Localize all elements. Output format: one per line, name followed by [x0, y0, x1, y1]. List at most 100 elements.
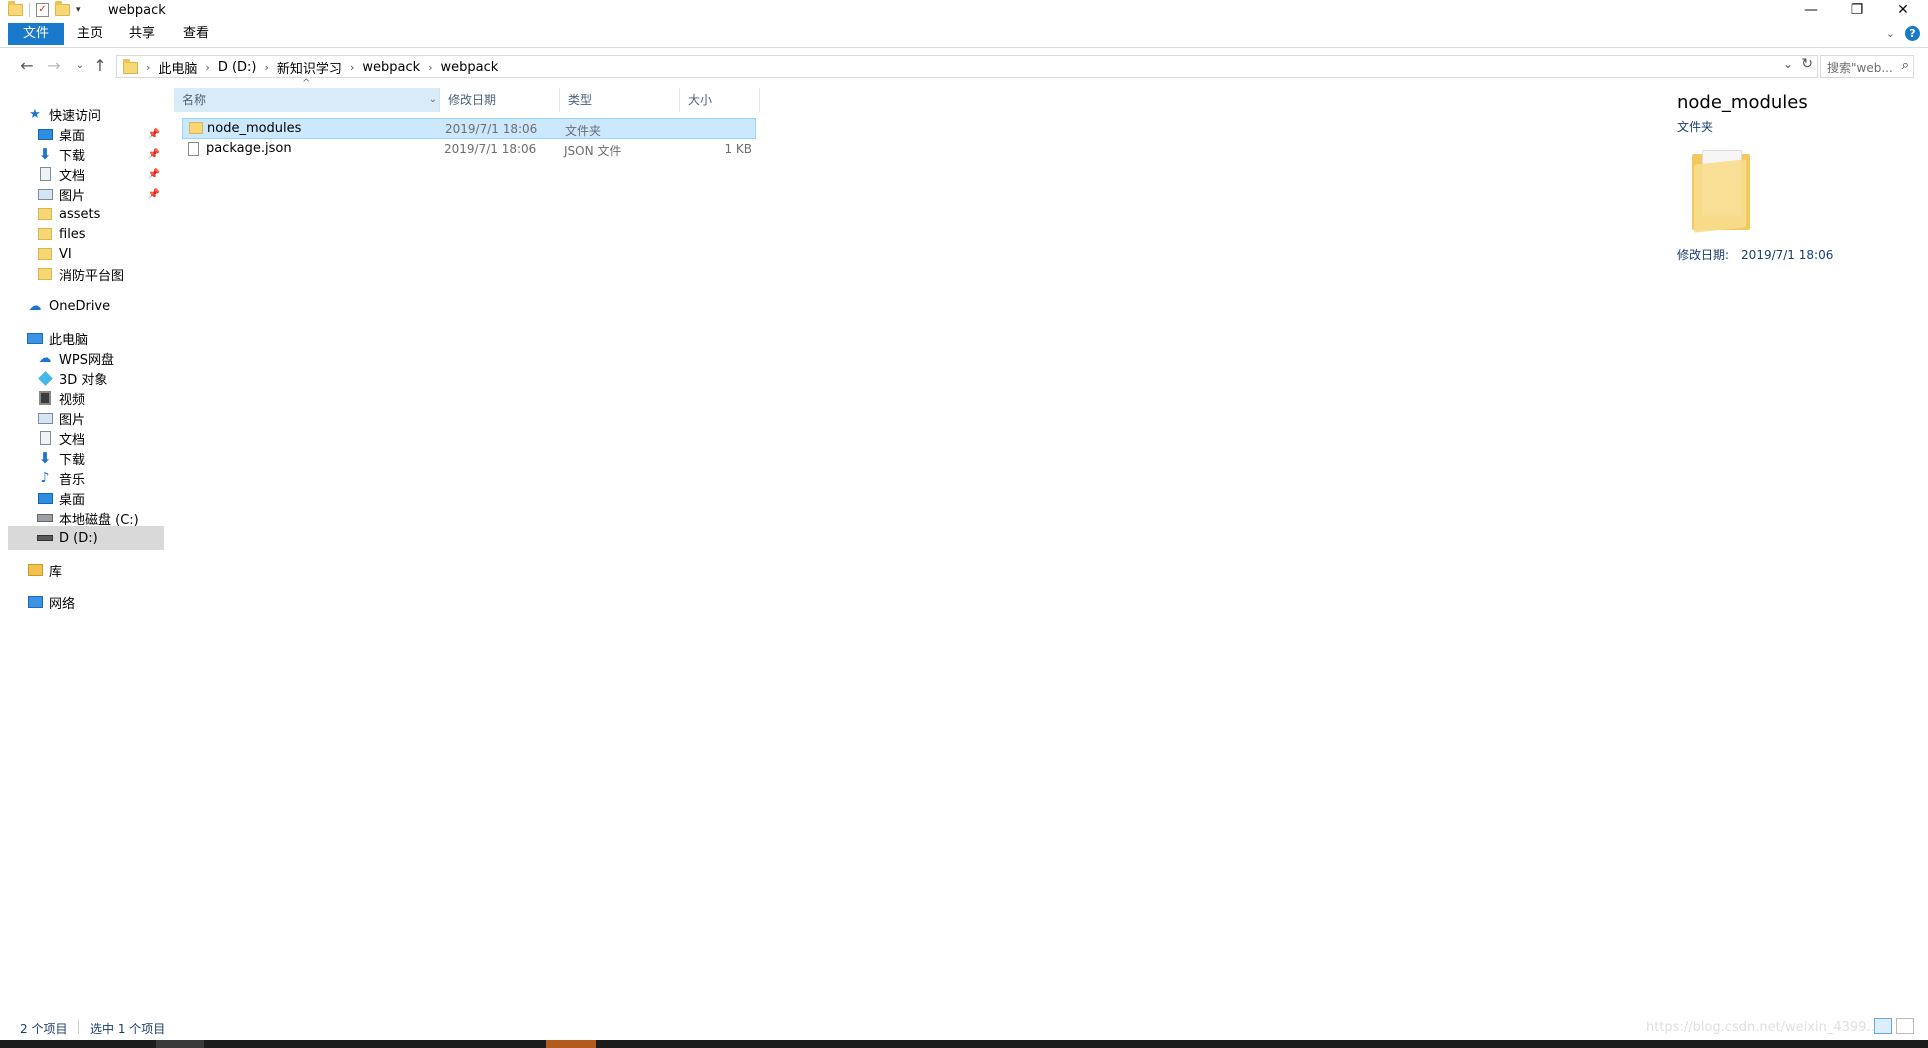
new-folder-icon[interactable] — [55, 1, 70, 16]
chevron-down-icon[interactable]: ⌄ — [1783, 57, 1793, 71]
restore-button[interactable]: ❐ — [1834, 0, 1880, 22]
nav-item-label: files — [59, 226, 86, 242]
preview-modified: 修改日期: 2019/7/1 18:06 — [1677, 246, 1833, 263]
up-arrow-icon[interactable]: ↑ — [90, 56, 110, 75]
nav-item-label: 3D 对象 — [59, 372, 108, 388]
ribbon-controls: ⌄ ? — [1886, 26, 1920, 41]
toolbar-divider — [29, 3, 30, 17]
details-view-icon[interactable] — [1874, 1018, 1892, 1034]
navigation-pane: ★ 快速访问 桌面 📌 ⬇ 下载 📌 文档 📌 图片 📌 assets file… — [0, 80, 168, 1014]
pin-icon[interactable]: 📌 — [148, 129, 160, 140]
selected-count: 选中 1 个项目 — [90, 1022, 166, 1036]
tab-share[interactable]: 共享 — [124, 23, 160, 45]
chevron-right-icon[interactable]: › — [428, 61, 432, 74]
taskbar-item[interactable] — [546, 1040, 596, 1048]
nav-item-fire-platform[interactable]: 消防平台图 — [36, 262, 164, 286]
file-date: 2019/7/1 18:06 — [444, 142, 537, 156]
video-icon — [36, 391, 54, 405]
title-bar: ✓ ▾ webpack — ❐ ✕ — [0, 0, 1928, 23]
download-icon: ⬇ — [38, 449, 52, 467]
download-icon: ⬇ — [38, 145, 52, 163]
pin-icon[interactable]: 📌 — [148, 149, 160, 160]
library-icon — [26, 564, 44, 576]
folder-icon — [36, 228, 54, 240]
chevron-right-icon[interactable]: › — [350, 61, 354, 74]
preview-meta-label: 修改日期: — [1677, 248, 1730, 262]
picture-icon — [36, 188, 54, 200]
computer-icon — [26, 332, 44, 344]
forward-arrow-icon[interactable]: → — [44, 56, 64, 75]
table-row[interactable]: node_modules 2019/7/1 18:06 文件夹 — [182, 118, 756, 139]
drive-icon — [36, 535, 54, 541]
nav-item-label: 快速访问 — [49, 108, 102, 124]
expand-ribbon-icon[interactable]: ⌄ — [1886, 27, 1895, 40]
table-row[interactable]: package.json 2019/7/1 18:06 JSON 文件 1 KB — [182, 139, 756, 160]
search-input[interactable]: 搜索"web... ⌕ — [1820, 55, 1914, 78]
nav-item-label: OneDrive — [49, 298, 111, 314]
folder-icon — [123, 58, 138, 74]
nav-item-label: assets — [59, 206, 101, 222]
breadcrumb-item[interactable]: 新知识学习 — [277, 58, 342, 77]
column-header-size[interactable]: 大小 — [680, 88, 760, 112]
nav-item-network[interactable]: 网络 — [26, 590, 164, 614]
tab-home[interactable]: 主页 — [72, 23, 108, 45]
breadcrumb-item[interactable]: 此电脑 — [158, 58, 197, 77]
minimize-button[interactable]: — — [1788, 0, 1834, 22]
recent-locations-icon[interactable]: ⌄ — [70, 60, 90, 71]
nav-item-label: 下载 — [59, 452, 86, 468]
column-header-label: 修改日期 — [448, 93, 497, 107]
properties-icon[interactable]: ✓ — [36, 3, 49, 17]
help-icon[interactable]: ? — [1905, 26, 1920, 41]
network-icon — [26, 596, 44, 608]
chevron-right-icon[interactable]: › — [146, 61, 150, 74]
document-icon — [36, 431, 54, 445]
nav-item-label: 网络 — [49, 596, 76, 612]
chevron-down-icon[interactable]: ⌄ — [429, 88, 437, 112]
file-name: node_modules — [207, 121, 302, 136]
tab-view[interactable]: 查看 — [178, 23, 214, 45]
file-name: package.json — [206, 141, 292, 156]
nav-item-label: 此电脑 — [49, 332, 89, 348]
folder-icon — [36, 248, 54, 260]
column-header-name[interactable]: 名称 ⌄ — [174, 88, 440, 112]
file-type: JSON 文件 — [564, 144, 622, 158]
column-header-type[interactable]: 类型 — [560, 88, 680, 112]
nav-item-label: 桌面 — [59, 128, 86, 144]
pin-icon[interactable]: 📌 — [148, 189, 160, 200]
preview-title: node_modules — [1677, 92, 1808, 113]
tab-file[interactable]: 文件 — [8, 23, 64, 45]
folder-icon — [36, 268, 54, 280]
large-icons-view-icon[interactable] — [1896, 1018, 1914, 1034]
chevron-right-icon[interactable]: › — [205, 61, 209, 74]
pin-icon[interactable]: 📌 — [148, 169, 160, 180]
ribbon: 文件 主页 共享 查看 ⌄ ? — [0, 23, 1928, 48]
navigation-bar: ← → ⌄ ↑ › 此电脑 › D (D:) › 新知识学习 › webpack… — [0, 52, 1928, 80]
refresh-icon[interactable]: ↻ — [1801, 56, 1813, 72]
breadcrumb-item[interactable]: webpack — [362, 60, 420, 75]
address-bar[interactable]: › 此电脑 › D (D:) › 新知识学习 › webpack › webpa… — [116, 55, 1818, 78]
nav-item-label: 视频 — [59, 392, 86, 408]
customize-toolbar-icon[interactable]: ▾ — [76, 5, 81, 15]
large-folder-icon — [1692, 150, 1750, 233]
nav-item-drive-d[interactable]: D (D:) — [8, 526, 164, 550]
breadcrumb-item[interactable]: webpack — [441, 60, 499, 75]
close-button[interactable]: ✕ — [1880, 0, 1926, 22]
details-pane: node_modules 文件夹 修改日期: 2019/7/1 18:06 — [1660, 80, 1928, 1014]
nav-item-libraries[interactable]: 库 — [26, 558, 164, 582]
nav-item-label: 库 — [49, 564, 63, 580]
nav-item-label: 文档 — [59, 168, 86, 184]
folder-icon — [36, 208, 54, 220]
back-arrow-icon[interactable]: ← — [17, 56, 37, 75]
taskbar-item[interactable] — [156, 1040, 204, 1048]
nav-item-onedrive[interactable]: ☁ OneDrive — [26, 294, 164, 318]
column-header-date[interactable]: 修改日期 — [440, 88, 560, 112]
local-disk-icon — [36, 514, 54, 522]
status-bar: 2 个项目 选中 1 个项目 https://blog.csdn.net/wei… — [0, 1014, 1928, 1040]
column-header-label: 名称 — [182, 93, 207, 107]
breadcrumb-item[interactable]: D (D:) — [218, 60, 257, 75]
nav-item-label: 消防平台图 — [59, 268, 125, 284]
status-divider — [78, 1020, 79, 1034]
search-icon[interactable]: ⌕ — [1902, 58, 1909, 73]
chevron-right-icon[interactable]: › — [265, 61, 269, 74]
nav-item-label: WPS网盘 — [59, 352, 114, 368]
